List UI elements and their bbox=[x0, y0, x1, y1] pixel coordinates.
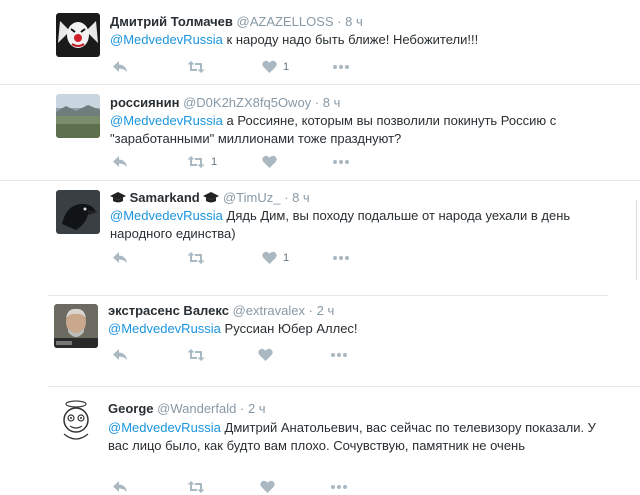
divider bbox=[0, 84, 640, 85]
avatar[interactable] bbox=[56, 13, 100, 57]
separator-dot: · bbox=[284, 190, 289, 205]
retweet-icon bbox=[187, 349, 205, 361]
tweet-text: @MedvedevRussia а Россияне, которым вы п… bbox=[110, 112, 570, 148]
divider bbox=[48, 386, 640, 387]
heart-icon bbox=[260, 480, 275, 493]
reply-button[interactable] bbox=[112, 155, 128, 169]
author-handle[interactable]: @extravalex bbox=[233, 303, 305, 318]
avatar[interactable] bbox=[54, 398, 98, 442]
like-count: 1 bbox=[283, 61, 290, 73]
more-button[interactable] bbox=[332, 60, 350, 74]
separator-dot: · bbox=[314, 95, 320, 110]
more-icon bbox=[333, 160, 349, 164]
like-button[interactable] bbox=[260, 480, 281, 494]
separator-dot: · bbox=[239, 401, 245, 416]
mention-link[interactable]: @MedvedevRussia bbox=[108, 420, 221, 435]
tweet-time[interactable]: 8 ч bbox=[292, 190, 310, 205]
author-handle[interactable]: @AZAZELLOSS bbox=[237, 14, 334, 29]
author-handle[interactable]: @Wanderfald bbox=[157, 401, 236, 416]
reply-button[interactable] bbox=[112, 251, 128, 265]
heart-icon bbox=[262, 155, 277, 168]
separator-dot: · bbox=[308, 303, 313, 318]
tweet-text: @MedvedevRussia Дмитрий Анатольевич, вас… bbox=[108, 419, 598, 455]
avatar[interactable] bbox=[56, 190, 100, 234]
more-button[interactable] bbox=[332, 251, 350, 265]
more-icon bbox=[331, 353, 347, 357]
divider-vertical bbox=[636, 200, 637, 280]
retweet-icon bbox=[187, 61, 205, 73]
retweet-count: 1 bbox=[211, 156, 218, 168]
avatar-clown-image bbox=[56, 13, 100, 57]
avatar[interactable] bbox=[56, 94, 100, 138]
retweet-icon bbox=[187, 252, 205, 264]
reply-button[interactable] bbox=[112, 348, 128, 362]
heart-icon bbox=[258, 348, 273, 361]
reply-icon bbox=[113, 252, 127, 263]
mention-link[interactable]: @MedvedevRussia bbox=[108, 321, 221, 336]
graduation-cap-icon bbox=[110, 192, 126, 203]
divider bbox=[48, 295, 608, 296]
retweet-button[interactable] bbox=[187, 60, 211, 74]
avatar[interactable] bbox=[54, 304, 98, 348]
retweet-icon bbox=[187, 156, 205, 168]
more-icon bbox=[331, 485, 347, 489]
separator-dot: · bbox=[337, 14, 342, 29]
author-handle[interactable]: @TimUz_ bbox=[223, 190, 281, 205]
mention-link[interactable]: @MedvedevRussia bbox=[110, 32, 223, 47]
avatar-raven-image bbox=[56, 190, 100, 234]
mention-link[interactable]: @MedvedevRussia bbox=[110, 113, 223, 128]
reply-icon bbox=[113, 61, 127, 72]
heart-icon bbox=[262, 251, 277, 264]
author-handle[interactable]: @D0K2hZX8fq5Owoy bbox=[183, 95, 311, 110]
reply-icon bbox=[113, 349, 127, 360]
tweet-text: @MedvedevRussia Руссиан Юбер Аллес! bbox=[108, 320, 588, 338]
avatar-landscape-image bbox=[56, 94, 100, 138]
author-name[interactable]: Дмитрий Толмачев bbox=[110, 14, 233, 29]
tweet-time[interactable]: 2 ч bbox=[248, 401, 266, 416]
more-button[interactable] bbox=[330, 480, 348, 494]
tweet-body: Руссиан Юбер Аллес! bbox=[224, 321, 358, 336]
reply-icon bbox=[113, 156, 127, 167]
tweet-time[interactable]: 8 ч bbox=[323, 95, 341, 110]
like-button[interactable]: 1 bbox=[262, 251, 289, 265]
avatar-man-image bbox=[54, 304, 98, 348]
heart-icon bbox=[262, 60, 277, 73]
author-name[interactable]: Samarkand bbox=[130, 190, 200, 205]
reply-button[interactable] bbox=[112, 480, 128, 494]
like-button[interactable] bbox=[258, 348, 279, 362]
retweet-button[interactable] bbox=[187, 251, 211, 265]
avatar-sketch-image bbox=[54, 398, 98, 442]
retweet-button[interactable]: 1 bbox=[187, 155, 217, 169]
mention-link[interactable]: @MedvedevRussia bbox=[110, 208, 223, 223]
more-button[interactable] bbox=[330, 348, 348, 362]
author-name[interactable]: экстрасенс Валекс bbox=[108, 303, 229, 318]
more-button[interactable] bbox=[332, 155, 350, 169]
retweet-button[interactable] bbox=[187, 480, 211, 494]
retweet-icon bbox=[187, 481, 205, 493]
tweet-text: @MedvedevRussia Дядь Дим, вы походу пода… bbox=[110, 207, 575, 243]
more-icon bbox=[333, 65, 349, 69]
author-name[interactable]: россиянин bbox=[110, 95, 179, 110]
author-name[interactable]: George bbox=[108, 401, 154, 416]
more-icon bbox=[333, 256, 349, 260]
divider bbox=[0, 180, 640, 181]
like-button[interactable]: 1 bbox=[262, 60, 289, 74]
graduation-cap-icon bbox=[203, 192, 220, 203]
like-button[interactable] bbox=[262, 155, 283, 169]
retweet-button[interactable] bbox=[187, 348, 211, 362]
tweet-text: @MedvedevRussia к народу надо быть ближе… bbox=[110, 31, 610, 49]
like-count: 1 bbox=[283, 252, 290, 264]
reply-icon bbox=[113, 481, 127, 492]
tweet-time[interactable]: 8 ч bbox=[345, 14, 363, 29]
tweet-body: к народу надо быть ближе! Небожители!!! bbox=[226, 32, 479, 47]
tweet-time[interactable]: 2 ч bbox=[317, 303, 335, 318]
reply-button[interactable] bbox=[112, 60, 128, 74]
